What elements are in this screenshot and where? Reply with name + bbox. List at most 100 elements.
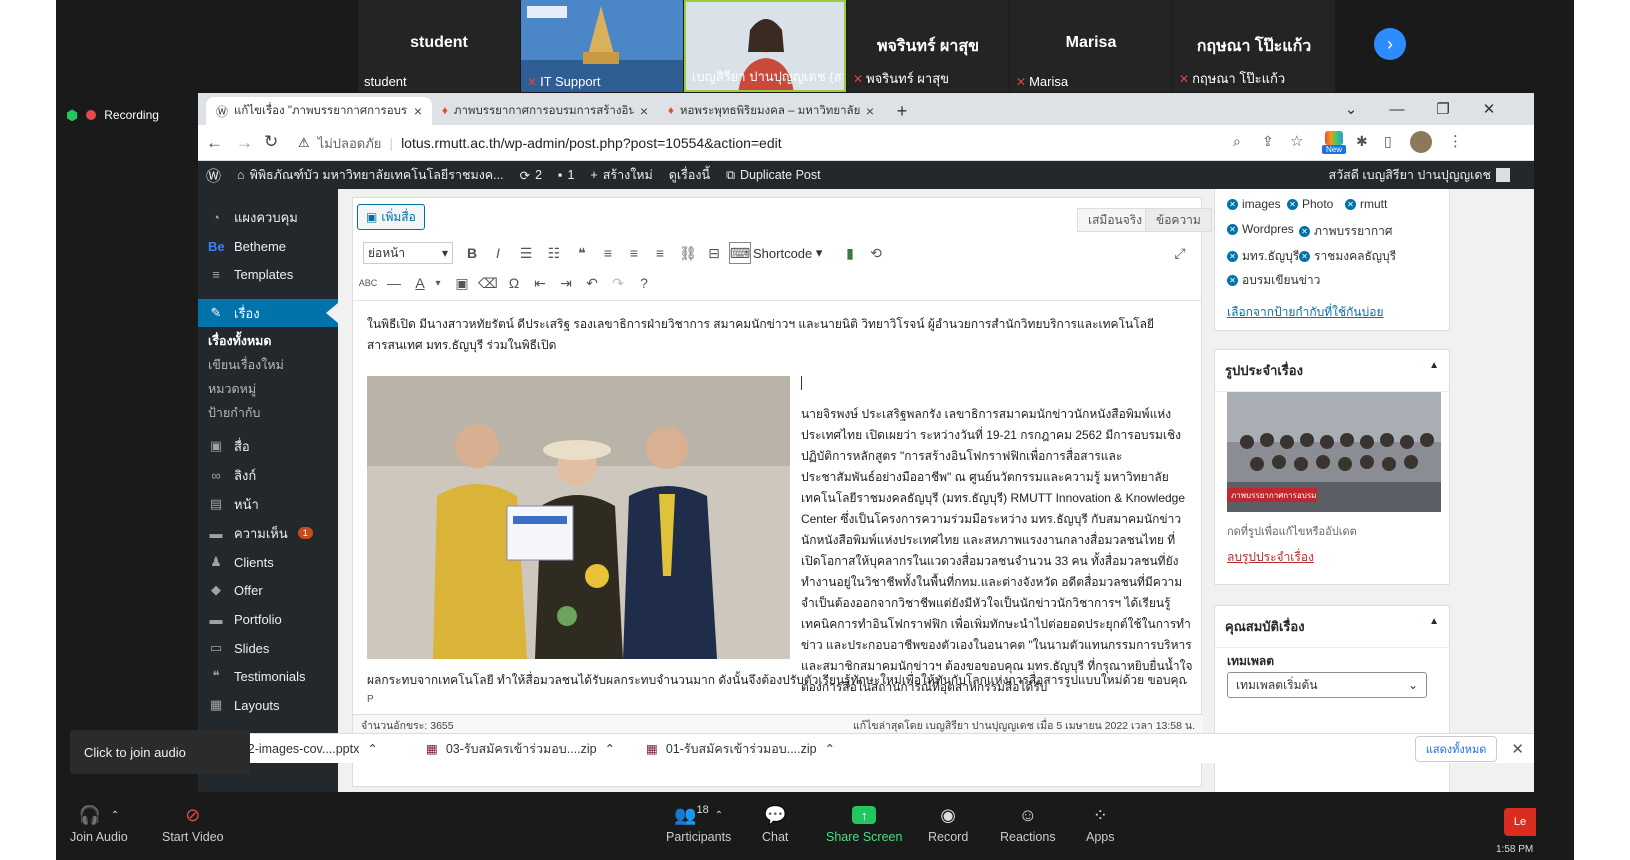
restore-icon[interactable]: ❐ — [1420, 93, 1466, 125]
record-button[interactable]: ◉ Record — [928, 804, 968, 845]
chat-button[interactable]: 💬 Chat — [762, 804, 788, 845]
horizontal-line-icon[interactable]: — — [383, 272, 405, 294]
collapse-arrow-icon[interactable]: ▲ — [1429, 360, 1439, 381]
chevron-up-icon[interactable]: ⌃ — [367, 741, 377, 756]
participant-tile[interactable]: กฤษณา โป๊ะแก้ว ✕ กฤษณา โป๊ะแก้ว — [1173, 0, 1335, 92]
collapse-arrow-icon[interactable]: ▲ — [1429, 616, 1439, 637]
participants-button[interactable]: 👥 18 ⌃ Participants — [666, 804, 731, 844]
menu-slides[interactable]: ▭ Slides — [198, 634, 338, 662]
redo-icon[interactable]: ↷ — [607, 272, 629, 294]
featured-image-header[interactable]: รูปประจำเรื่อง ▲ — [1215, 350, 1449, 392]
tab-visual[interactable]: เสมือนจริง — [1077, 208, 1154, 232]
next-page-icon[interactable]: › — [1374, 28, 1406, 60]
download-item[interactable]: ▦ 03-รับสมัครเข้าร่วมอบ....zip ⌃ — [408, 739, 628, 759]
omnibox[interactable]: ⚠ ไม่ปลอดภัย | lotus.rmutt.ac.th/wp-admi… — [298, 130, 1368, 156]
indent-icon[interactable]: ⇥ — [555, 272, 577, 294]
remove-tag-icon[interactable]: ✕ — [1299, 251, 1310, 262]
fullscreen-icon[interactable]: ⤢ — [1169, 242, 1191, 264]
special-character-icon[interactable]: Ω — [503, 272, 525, 294]
numbered-list-icon[interactable]: ☷ — [543, 242, 565, 264]
participant-tile-video[interactable]: ✕ IT Support — [521, 0, 683, 92]
menu-offer[interactable]: ◆ Offer — [198, 576, 338, 604]
remove-tag-icon[interactable]: ✕ — [1299, 226, 1310, 237]
submenu-add-new[interactable]: เขียนเรื่องใหม่ — [208, 355, 284, 375]
chevron-up-icon[interactable]: ⌃ — [605, 741, 615, 756]
menu-media[interactable]: ▣ สื่อ — [198, 432, 338, 460]
intro-paragraph[interactable]: ในพิธีเปิด มีนางสาวหทัยรัตน์ ดีประเสริฐ … — [367, 314, 1187, 356]
shortcode-dropdown[interactable]: Shortcode ▾ — [753, 242, 822, 264]
attributes-header[interactable]: คุณสมบัติเรื่อง ▲ — [1215, 606, 1449, 648]
body-paragraph[interactable]: นายจิรพงษ์ ประเสริฐพลกรัง เลขาธิการสมาคม… — [801, 404, 1193, 698]
puzzle-icon[interactable]: ✱ — [1356, 133, 1368, 150]
clipboard-icon[interactable]: ▮ — [839, 242, 861, 264]
ceremony-photo[interactable] — [367, 376, 790, 659]
tag-item[interactable]: ✕ Wordpres — [1227, 222, 1294, 236]
participant-tile[interactable]: Marisa ✕ Marisa — [1010, 0, 1172, 92]
zoom-icon[interactable]: ⌕ — [1233, 133, 1241, 150]
tab-text[interactable]: ข้อความ — [1145, 208, 1212, 232]
extension-new-icon[interactable]: New — [1322, 131, 1346, 154]
remove-tag-icon[interactable]: ✕ — [1227, 275, 1238, 286]
remove-tag-icon[interactable]: ✕ — [1227, 223, 1238, 235]
blockquote-icon[interactable]: ❝ — [571, 242, 593, 264]
apps-button[interactable]: ⁘ Apps — [1086, 804, 1115, 845]
reactions-button[interactable]: ☺ Reactions — [1000, 804, 1056, 845]
menu-testimonials[interactable]: ❝ Testimonials — [198, 662, 338, 690]
bold-icon[interactable]: B — [461, 242, 483, 264]
undo-icon[interactable]: ↶ — [581, 272, 603, 294]
bullet-list-icon[interactable]: ☰ — [515, 242, 537, 264]
featured-image-thumbnail[interactable]: ภาพบรรยากาศการอบรม — [1227, 392, 1441, 512]
bottom-paragraph[interactable]: ผลกระทบจากเทคโนโลยี ทำให้สื่อมวลชนได้รับ… — [367, 670, 1187, 690]
clear-formatting-icon[interactable]: ⌫ — [477, 272, 499, 294]
remove-featured-link[interactable]: ลบรูปประจำเรื่อง — [1227, 548, 1314, 567]
download-item[interactable]: ▦ 01-รับสมัครเข้าร่วมอบ....zip ⌃ — [628, 739, 848, 759]
submenu-all-posts[interactable]: เรื่องทั้งหมด — [208, 331, 272, 351]
back-icon[interactable]: ← — [206, 133, 223, 153]
refresh-icon[interactable]: ⟲ — [865, 242, 887, 264]
reload-icon[interactable]: ↻ — [264, 132, 278, 152]
remove-tag-icon[interactable]: ✕ — [1287, 198, 1298, 210]
menu-comments[interactable]: ▬ ความเห็น 1 — [198, 519, 338, 547]
close-window-icon[interactable]: ✕ — [1466, 93, 1512, 125]
browser-tab[interactable]: ♦ หอพระพุทธพิริยมงคล – มหาวิทยาลัยเ × — [658, 97, 884, 125]
close-downloads-icon[interactable]: ✕ — [1511, 740, 1524, 758]
view-post-link[interactable]: ดูเรื่องนี้ — [661, 165, 718, 185]
chevron-up-icon[interactable]: ⌃ — [825, 741, 835, 756]
participant-tile-active-speaker[interactable]: เบญสิรียา ปานปุญญเดช (สวส) — [684, 0, 846, 92]
updates-link[interactable]: ⟳ 2 — [512, 168, 550, 183]
add-media-button[interactable]: ▣ เพิ่มสื่อ — [357, 204, 425, 230]
tag-item[interactable]: ✕ ภาพบรรยากาศ — [1299, 222, 1392, 241]
menu-pages[interactable]: ▤ หน้า — [198, 490, 338, 518]
bookmark-star-icon[interactable]: ☆ — [1290, 132, 1303, 150]
menu-layouts[interactable]: ▦ Layouts — [198, 691, 338, 719]
menu-links[interactable]: ∞ ลิงก์ — [198, 461, 338, 489]
menu-posts[interactable]: ✎ เรื่อง — [198, 299, 338, 327]
align-right-icon[interactable]: ≡ — [649, 242, 671, 264]
account-menu[interactable]: สวัสดี เบญสิรียา ปานปุญญเดช — [1321, 165, 1535, 185]
menu-betheme[interactable]: Be Betheme — [198, 232, 338, 260]
profile-avatar[interactable] — [1410, 131, 1432, 153]
participant-tile[interactable]: พจรินทร์ ผาสุข ✕ พจรินทร์ ผาสุข — [847, 0, 1009, 92]
wp-logo-icon[interactable]: Ⓦ — [198, 165, 229, 186]
help-icon[interactable]: ? — [633, 272, 655, 294]
share-icon[interactable]: ⇪ — [1262, 133, 1274, 150]
close-icon[interactable]: × — [414, 103, 422, 119]
tag-item[interactable]: ✕ rmutt — [1345, 197, 1387, 211]
tag-item[interactable]: ✕ อบรมเขียนข่าว — [1227, 271, 1320, 290]
menu-clients[interactable]: ♟ Clients — [198, 548, 338, 576]
insert-link-icon[interactable]: ⛓ — [677, 242, 699, 264]
comments-link[interactable]: ▪ 1 — [550, 168, 582, 182]
start-video-button[interactable]: ⊘ Start Video — [162, 804, 224, 845]
menu-kebab-icon[interactable]: ⋮ — [1448, 132, 1463, 150]
share-screen-button[interactable]: ↑ Share Screen — [826, 804, 902, 844]
close-icon[interactable]: × — [640, 103, 648, 119]
chevron-down-icon[interactable]: ▾ — [427, 272, 449, 294]
tag-item[interactable]: ✕ ราชมงคลธัญบุรี — [1299, 247, 1396, 266]
leave-button[interactable]: Le — [1504, 808, 1536, 836]
minimize-icon[interactable]: — — [1374, 93, 1420, 125]
menu-templates[interactable]: ≡ Templates — [198, 260, 338, 288]
align-left-icon[interactable]: ≡ — [597, 242, 619, 264]
admin-site-link[interactable]: ⌂ พิพิธภัณฑ์บัว มหาวิทยาลัยเทคโนโลยีราชมง… — [229, 165, 512, 185]
forward-icon[interactable]: → — [236, 133, 253, 153]
remove-tag-icon[interactable]: ✕ — [1345, 198, 1356, 210]
